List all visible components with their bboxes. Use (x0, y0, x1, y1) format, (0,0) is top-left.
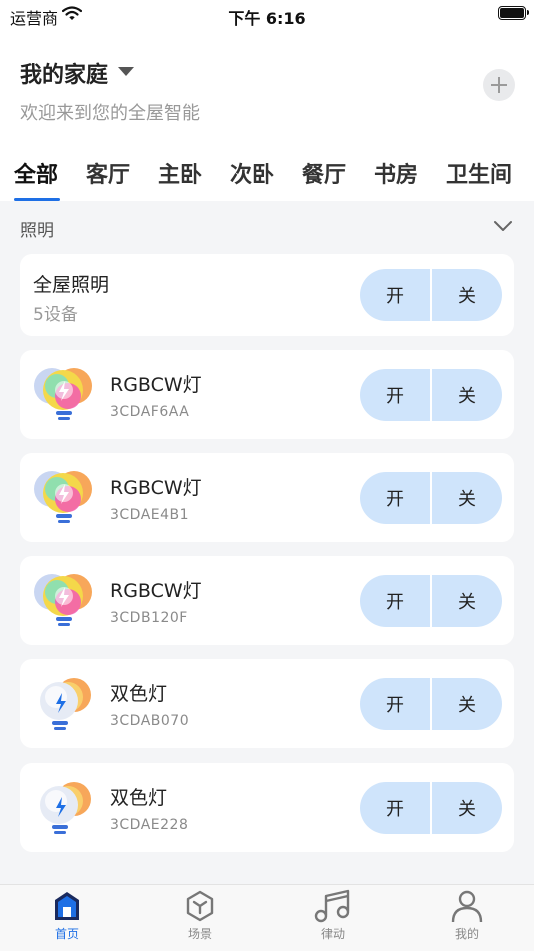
dual-bulb-icon (40, 782, 91, 834)
status-bar: 运营商 下午 6:16 (0, 0, 534, 30)
device-switch: 开 关 (360, 782, 502, 834)
chevron-down-icon[interactable] (493, 219, 513, 233)
device-name: RGBCW灯 (110, 580, 202, 602)
on-button[interactable]: 开 (360, 782, 430, 834)
off-button[interactable]: 关 (432, 782, 502, 834)
device-id: 3CDAB070 (110, 713, 190, 729)
device-switch: 开 关 (360, 369, 502, 421)
tabbar-label-scenes: 场景 (187, 927, 212, 941)
device-id: 3CDAF6AA (110, 404, 190, 420)
battery-icon (498, 6, 529, 20)
device-name: 双色灯 (110, 787, 168, 809)
tab-dining-room[interactable]: 餐厅 (302, 157, 346, 189)
clock: 下午 6:16 (228, 9, 306, 28)
device-switch: 开 关 (360, 472, 502, 524)
tab-second-bedroom[interactable]: 次卧 (230, 157, 274, 189)
tabbar-item-home[interactable]: 首页 (32, 889, 102, 942)
tabbar-label-home: 首页 (54, 927, 79, 941)
tabbar-label-me: 我的 (454, 927, 479, 941)
on-button[interactable]: 开 (360, 575, 430, 627)
home-icon (55, 892, 79, 920)
device-card[interactable]: 双色灯 3CDAB070 开 关 (20, 659, 514, 748)
off-button[interactable]: 关 (432, 678, 502, 730)
device-name: RGBCW灯 (110, 374, 202, 396)
device-card[interactable]: 双色灯 3CDAE228 开 关 (20, 763, 514, 852)
device-switch: 开 关 (360, 575, 502, 627)
off-button[interactable]: 关 (432, 575, 502, 627)
person-icon (451, 890, 483, 923)
on-button[interactable]: 开 (360, 369, 430, 421)
group-device-count: 5设备 (33, 305, 78, 325)
device-id: 3CDAE228 (110, 817, 189, 833)
device-name: RGBCW灯 (110, 477, 202, 499)
rgb-bulb-icon (34, 471, 92, 523)
off-button[interactable]: 关 (432, 269, 502, 321)
tabbar-item-scenes[interactable]: 场景 (165, 889, 235, 942)
music-note-icon (314, 889, 350, 923)
device-card[interactable]: RGBCW灯 3CDAE4B1 开 关 (20, 453, 514, 542)
tabbar-item-me[interactable]: 我的 (432, 889, 502, 942)
active-tab-indicator (14, 198, 60, 201)
group-name: 全屋照明 (33, 274, 110, 296)
cube-icon (186, 890, 214, 922)
tabbar-label-rhythm: 律动 (320, 927, 345, 941)
caret-down-icon[interactable] (118, 67, 134, 76)
off-button[interactable]: 关 (432, 472, 502, 524)
rgb-bulb-icon (34, 368, 92, 420)
device-id: 3CDAE4B1 (110, 507, 190, 523)
rgb-bulb-icon (34, 574, 92, 626)
on-button[interactable]: 开 (360, 269, 430, 321)
on-button[interactable]: 开 (360, 472, 430, 524)
group-card[interactable]: 全屋照明 5设备 开 关 (20, 254, 514, 336)
tab-master-bedroom[interactable]: 主卧 (158, 157, 202, 189)
dual-bulb-icon (40, 678, 91, 730)
tabbar-item-rhythm[interactable]: 律动 (298, 889, 368, 942)
device-name: 双色灯 (110, 683, 168, 705)
off-button[interactable]: 关 (432, 369, 502, 421)
add-button[interactable] (483, 69, 515, 101)
on-button[interactable]: 开 (360, 678, 430, 730)
tab-study[interactable]: 书房 (374, 157, 418, 189)
device-card[interactable]: RGBCW灯 3CDAF6AA 开 关 (20, 350, 514, 439)
tab-living-room[interactable]: 客厅 (86, 157, 130, 189)
device-card[interactable]: RGBCW灯 3CDB120F 开 关 (20, 556, 514, 645)
room-tabs: 全部 客厅 主卧 次卧 餐厅 书房 卫生间 (0, 152, 534, 202)
bottom-tab-bar: 首页 场景 律动 我的 (0, 884, 534, 951)
device-switch: 开 关 (360, 678, 502, 730)
home-selector[interactable]: 我的家庭 (20, 57, 108, 89)
welcome-subtitle: 欢迎来到您的全屋智能 (20, 103, 200, 124)
tab-bathroom[interactable]: 卫生间 (446, 157, 512, 189)
device-id: 3CDB120F (110, 610, 188, 626)
tab-all[interactable]: 全部 (14, 157, 58, 189)
section-title: 照明 (20, 221, 54, 241)
group-switch: 开 关 (360, 269, 502, 321)
